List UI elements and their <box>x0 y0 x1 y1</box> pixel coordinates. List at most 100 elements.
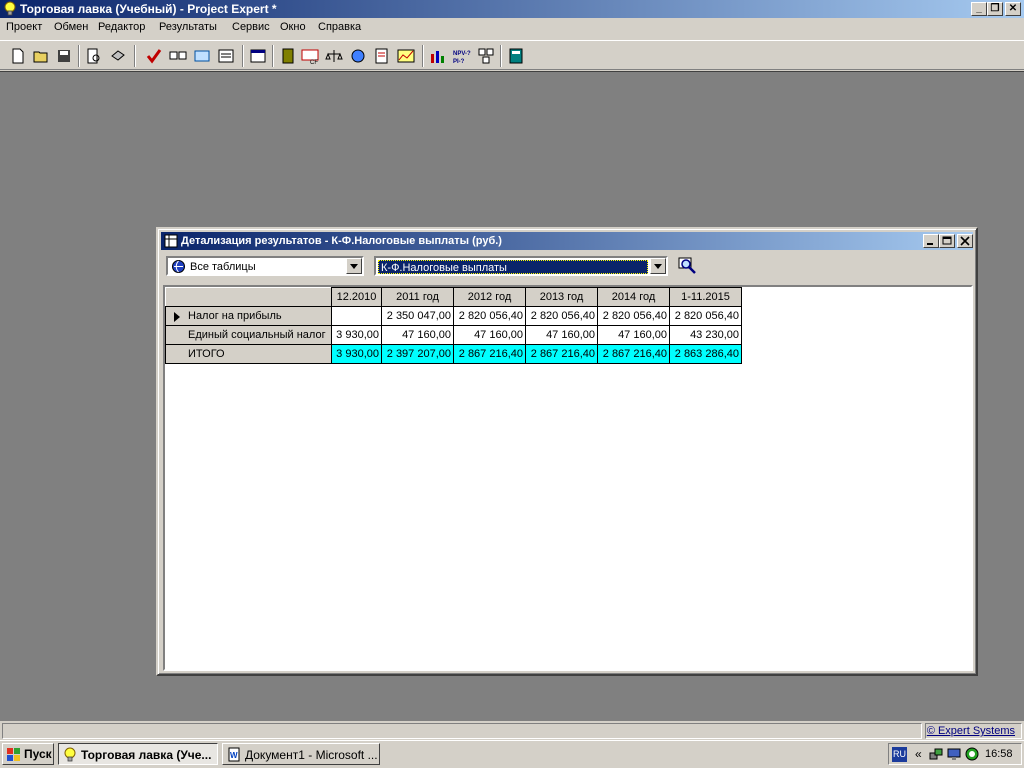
menu-service[interactable]: Сервис <box>232 21 270 33</box>
table-cell[interactable]: 2 867 216,40 <box>525 344 598 364</box>
table-cell[interactable]: 2 867 216,40 <box>453 344 526 364</box>
globe-icon[interactable] <box>348 46 368 66</box>
child-close-button[interactable] <box>957 234 973 248</box>
table-cell[interactable]: 43 230,00 <box>669 325 742 345</box>
open-folder-icon[interactable] <box>31 46 51 66</box>
results-table: 12.2010 2011 год 2012 год 2013 год 2014 … <box>165 287 742 364</box>
chart-icon[interactable] <box>396 46 416 66</box>
table-cell[interactable] <box>331 306 382 326</box>
checkboxes-icon[interactable] <box>168 46 188 66</box>
new-file-icon[interactable] <box>8 46 28 66</box>
restore-button[interactable]: ❐ <box>987 2 1003 16</box>
row-label: ИТОГО <box>188 348 225 360</box>
row-header[interactable]: Единый социальный налог <box>165 325 332 345</box>
table-cell[interactable]: 2 820 056,40 <box>669 306 742 326</box>
book-icon[interactable] <box>278 46 298 66</box>
report-icon[interactable] <box>216 46 236 66</box>
window-icon[interactable] <box>248 46 268 66</box>
table-cell[interactable]: 2 863 286,40 <box>669 344 742 364</box>
table-selector[interactable]: Все таблицы <box>166 256 364 276</box>
clock: 16:58 <box>985 748 1013 760</box>
monitor-icon[interactable] <box>947 747 961 761</box>
menu-exchange[interactable]: Обмен <box>54 21 88 33</box>
col-header[interactable]: 2014 год <box>597 287 670 307</box>
chevron-down-icon[interactable] <box>650 258 666 274</box>
close-button[interactable]: ✕ <box>1005 2 1021 16</box>
table-cell[interactable]: 3 930,00 <box>331 325 382 345</box>
table-cell[interactable]: 2 820 056,40 <box>597 306 670 326</box>
antivirus-icon[interactable] <box>965 747 979 761</box>
network-icon[interactable] <box>929 747 943 761</box>
save-icon[interactable] <box>54 46 74 66</box>
menu-bar: Проект Обмен Редактор Результаты Сервис … <box>0 18 1024 38</box>
app-title: Торговая лавка (Учебный) - Project Exper… <box>20 2 277 16</box>
refresh-icon[interactable] <box>192 46 212 66</box>
table-cell[interactable]: 3 930,00 <box>331 344 382 364</box>
total-row[interactable]: ИТОГО 3 930,00 2 397 207,00 2 867 216,40… <box>165 344 742 364</box>
table-cell[interactable]: 2 820 056,40 <box>525 306 598 326</box>
table-cell[interactable]: 47 160,00 <box>381 325 454 345</box>
col-header[interactable]: 2011 год <box>381 287 454 307</box>
child-title: Детализация результатов - К-Ф.Налоговые … <box>181 235 502 247</box>
table-row[interactable]: Налог на прибыль 2 350 047,00 2 820 056,… <box>165 306 742 326</box>
col-header[interactable]: 2012 год <box>453 287 526 307</box>
table-cell[interactable]: 47 160,00 <box>597 325 670 345</box>
table-cell[interactable]: 2 867 216,40 <box>597 344 670 364</box>
tray-expand-icon[interactable]: « <box>915 747 922 761</box>
status-panel <box>2 723 922 739</box>
corner-cell <box>165 287 332 307</box>
row-header[interactable]: ИТОГО <box>165 344 332 364</box>
globe-icon <box>172 260 185 273</box>
table-cell[interactable]: 47 160,00 <box>525 325 598 345</box>
table-icon <box>164 234 178 248</box>
minimize-button[interactable]: _ <box>971 2 987 16</box>
table-cell[interactable]: 2 350 047,00 <box>381 306 454 326</box>
table-cell[interactable]: 2 820 056,40 <box>453 306 526 326</box>
svg-text:PI-?: PI-? <box>453 59 465 65</box>
language-indicator[interactable]: RU <box>892 747 907 762</box>
header-row: 12.2010 2011 год 2012 год 2013 год 2014 … <box>165 287 742 307</box>
start-button[interactable]: Пуск <box>2 743 54 765</box>
child-maximize-button[interactable] <box>939 234 955 248</box>
print-preview-icon[interactable] <box>84 46 104 66</box>
table-cell[interactable]: 47 160,00 <box>453 325 526 345</box>
menu-results[interactable]: Результаты <box>159 21 217 33</box>
balance-icon[interactable] <box>324 46 344 66</box>
npv-pi-icon[interactable]: NPV-? PI-? <box>452 46 472 66</box>
menu-help[interactable]: Справка <box>318 21 361 33</box>
menu-editor[interactable]: Редактор <box>98 21 145 33</box>
table-cell[interactable]: 2 397 207,00 <box>381 344 454 364</box>
chevron-down-icon[interactable] <box>346 258 362 274</box>
task-word-document[interactable]: W Документ1 - Microsoft ... <box>222 743 380 765</box>
menu-project[interactable]: Проект <box>6 21 42 33</box>
col-header[interactable]: 2013 год <box>525 287 598 307</box>
check-icon[interactable] <box>144 46 164 66</box>
diagram-icon[interactable] <box>476 46 496 66</box>
row-selector[interactable]: К-Ф.Налоговые выплаты <box>374 256 668 276</box>
row-pointer-icon <box>174 312 180 322</box>
task-label: Документ1 - Microsoft ... <box>245 748 378 762</box>
bar-chart-icon[interactable] <box>428 46 448 66</box>
task-project-expert[interactable]: Торговая лавка (Уче... <box>58 743 218 765</box>
results-grid: 12.2010 2011 год 2012 год 2013 год 2014 … <box>163 285 973 671</box>
menu-window[interactable]: Окно <box>280 21 306 33</box>
child-minimize-button[interactable] <box>923 234 939 248</box>
start-label: Пуск <box>24 747 52 761</box>
document-edit-icon[interactable] <box>372 46 392 66</box>
word-document-icon: W <box>228 747 240 762</box>
lightbulb-icon <box>4 1 16 16</box>
row-header[interactable]: Налог на прибыль <box>165 306 332 326</box>
zoom-details-icon[interactable] <box>677 256 699 278</box>
expert-systems-link[interactable]: © Expert Systems <box>925 723 1022 739</box>
svg-text:NPV-?: NPV-? <box>453 51 471 57</box>
print-icon[interactable] <box>108 46 128 66</box>
table-row[interactable]: Единый социальный налог 3 930,00 47 160,… <box>165 325 742 345</box>
col-header[interactable]: 12.2010 <box>331 287 382 307</box>
cashflow-icon[interactable]: CF <box>300 46 320 66</box>
lightbulb-icon <box>64 747 76 762</box>
svg-text:W: W <box>230 751 238 760</box>
results-detail-window: Детализация результатов - К-Ф.Налоговые … <box>156 227 978 676</box>
col-header[interactable]: 1-11.2015 <box>669 287 742 307</box>
system-tray: RU « 16:58 <box>888 743 1022 765</box>
calculator-icon[interactable] <box>506 46 526 66</box>
